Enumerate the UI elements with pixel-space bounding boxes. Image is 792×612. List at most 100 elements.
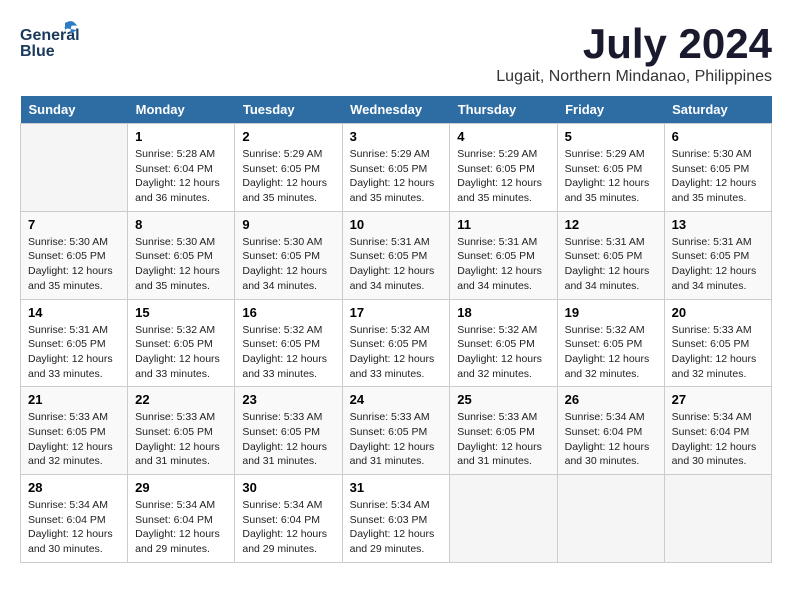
- calendar-cell: 23 Sunrise: 5:33 AM Sunset: 6:05 PM Dayli…: [235, 387, 342, 475]
- month-year-title: July 2024: [496, 20, 772, 68]
- day-number: 24: [350, 392, 443, 407]
- day-number: 20: [672, 305, 764, 320]
- calendar-cell: 15 Sunrise: 5:32 AM Sunset: 6:05 PM Dayli…: [128, 299, 235, 387]
- day-info: Sunrise: 5:29 AM Sunset: 6:05 PM Dayligh…: [242, 147, 334, 206]
- day-info: Sunrise: 5:32 AM Sunset: 6:05 PM Dayligh…: [457, 323, 549, 382]
- calendar-cell: 17 Sunrise: 5:32 AM Sunset: 6:05 PM Dayli…: [342, 299, 450, 387]
- week-row-1: 1 Sunrise: 5:28 AM Sunset: 6:04 PM Daylig…: [21, 124, 772, 212]
- day-info: Sunrise: 5:30 AM Sunset: 6:05 PM Dayligh…: [672, 147, 764, 206]
- day-info: Sunrise: 5:31 AM Sunset: 6:05 PM Dayligh…: [28, 323, 120, 382]
- weekday-header-tuesday: Tuesday: [235, 96, 342, 124]
- day-info: Sunrise: 5:32 AM Sunset: 6:05 PM Dayligh…: [565, 323, 657, 382]
- calendar-cell: 3 Sunrise: 5:29 AM Sunset: 6:05 PM Daylig…: [342, 124, 450, 212]
- svg-text:Blue: Blue: [20, 43, 55, 60]
- day-number: 3: [350, 129, 443, 144]
- calendar-cell: 11 Sunrise: 5:31 AM Sunset: 6:05 PM Dayli…: [450, 211, 557, 299]
- day-info: Sunrise: 5:31 AM Sunset: 6:05 PM Dayligh…: [457, 235, 549, 294]
- day-info: Sunrise: 5:33 AM Sunset: 6:05 PM Dayligh…: [242, 410, 334, 469]
- calendar-cell: 1 Sunrise: 5:28 AM Sunset: 6:04 PM Daylig…: [128, 124, 235, 212]
- calendar-cell: 7Sunrise: 5:30 AM Sunset: 6:05 PM Daylig…: [21, 211, 128, 299]
- calendar-cell: 10Sunrise: 5:31 AM Sunset: 6:05 PM Dayli…: [342, 211, 450, 299]
- day-info: Sunrise: 5:32 AM Sunset: 6:05 PM Dayligh…: [242, 323, 334, 382]
- logo: General Blue: [20, 20, 80, 75]
- calendar-cell: 20 Sunrise: 5:33 AM Sunset: 6:05 PM Dayli…: [664, 299, 771, 387]
- day-info: Sunrise: 5:30 AM Sunset: 6:05 PM Dayligh…: [242, 235, 334, 294]
- day-info: Sunrise: 5:32 AM Sunset: 6:05 PM Dayligh…: [350, 323, 443, 382]
- calendar-cell: [450, 475, 557, 563]
- weekday-header-row: SundayMondayTuesdayWednesdayThursdayFrid…: [21, 96, 772, 124]
- day-info: Sunrise: 5:32 AM Sunset: 6:05 PM Dayligh…: [135, 323, 227, 382]
- day-info: Sunrise: 5:33 AM Sunset: 6:05 PM Dayligh…: [350, 410, 443, 469]
- title-block: July 2024 Lugait, Northern Mindanao, Phi…: [496, 20, 772, 86]
- day-info: Sunrise: 5:33 AM Sunset: 6:05 PM Dayligh…: [28, 410, 120, 469]
- calendar-cell: 13 Sunrise: 5:31 AM Sunset: 6:05 PM Dayli…: [664, 211, 771, 299]
- calendar-cell: 31 Sunrise: 5:34 AM Sunset: 6:03 PM Dayli…: [342, 475, 450, 563]
- day-number: 27: [672, 392, 764, 407]
- day-info: Sunrise: 5:33 AM Sunset: 6:05 PM Dayligh…: [457, 410, 549, 469]
- calendar-cell: 25Sunrise: 5:33 AM Sunset: 6:05 PM Dayli…: [450, 387, 557, 475]
- weekday-header-monday: Monday: [128, 96, 235, 124]
- calendar-cell: 8Sunrise: 5:30 AM Sunset: 6:05 PM Daylig…: [128, 211, 235, 299]
- day-number: 15: [135, 305, 227, 320]
- calendar-cell: 6 Sunrise: 5:30 AM Sunset: 6:05 PM Daylig…: [664, 124, 771, 212]
- day-number: 5: [565, 129, 657, 144]
- calendar-cell: 4Sunrise: 5:29 AM Sunset: 6:05 PM Daylig…: [450, 124, 557, 212]
- calendar-cell: 24 Sunrise: 5:33 AM Sunset: 6:05 PM Dayli…: [342, 387, 450, 475]
- calendar-cell: 21 Sunrise: 5:33 AM Sunset: 6:05 PM Dayli…: [21, 387, 128, 475]
- day-number: 4: [457, 129, 549, 144]
- day-number: 22: [135, 392, 227, 407]
- day-number: 12: [565, 217, 657, 232]
- weekday-header-thursday: Thursday: [450, 96, 557, 124]
- day-info: Sunrise: 5:34 AM Sunset: 6:03 PM Dayligh…: [350, 498, 443, 557]
- calendar-cell: 18 Sunrise: 5:32 AM Sunset: 6:05 PM Dayli…: [450, 299, 557, 387]
- day-number: 8: [135, 217, 227, 232]
- location-subtitle: Lugait, Northern Mindanao, Philippines: [496, 68, 772, 86]
- day-number: 9: [242, 217, 334, 232]
- weekday-header-wednesday: Wednesday: [342, 96, 450, 124]
- day-number: 10: [350, 217, 443, 232]
- calendar-cell: 29Sunrise: 5:34 AM Sunset: 6:04 PM Dayli…: [128, 475, 235, 563]
- day-number: 1: [135, 129, 227, 144]
- calendar-cell: 5Sunrise: 5:29 AM Sunset: 6:05 PM Daylig…: [557, 124, 664, 212]
- day-number: 11: [457, 217, 549, 232]
- calendar-cell: 12 Sunrise: 5:31 AM Sunset: 6:05 PM Dayli…: [557, 211, 664, 299]
- day-info: Sunrise: 5:34 AM Sunset: 6:04 PM Dayligh…: [242, 498, 334, 557]
- week-row-5: 28Sunrise: 5:34 AM Sunset: 6:04 PM Dayli…: [21, 475, 772, 563]
- day-number: 18: [457, 305, 549, 320]
- day-number: 2: [242, 129, 334, 144]
- day-info: Sunrise: 5:31 AM Sunset: 6:05 PM Dayligh…: [565, 235, 657, 294]
- calendar-table: SundayMondayTuesdayWednesdayThursdayFrid…: [20, 96, 772, 563]
- calendar-cell: 19Sunrise: 5:32 AM Sunset: 6:05 PM Dayli…: [557, 299, 664, 387]
- day-number: 13: [672, 217, 764, 232]
- day-info: Sunrise: 5:31 AM Sunset: 6:05 PM Dayligh…: [672, 235, 764, 294]
- day-info: Sunrise: 5:34 AM Sunset: 6:04 PM Dayligh…: [28, 498, 120, 557]
- day-info: Sunrise: 5:28 AM Sunset: 6:04 PM Dayligh…: [135, 147, 227, 206]
- calendar-cell: 14 Sunrise: 5:31 AM Sunset: 6:05 PM Dayli…: [21, 299, 128, 387]
- logo-icon: General Blue: [20, 20, 80, 70]
- weekday-header-saturday: Saturday: [664, 96, 771, 124]
- day-info: Sunrise: 5:33 AM Sunset: 6:05 PM Dayligh…: [672, 323, 764, 382]
- calendar-cell: 27 Sunrise: 5:34 AM Sunset: 6:04 PM Dayli…: [664, 387, 771, 475]
- day-number: 30: [242, 480, 334, 495]
- day-info: Sunrise: 5:30 AM Sunset: 6:05 PM Dayligh…: [28, 235, 120, 294]
- calendar-cell: 2 Sunrise: 5:29 AM Sunset: 6:05 PM Daylig…: [235, 124, 342, 212]
- svg-text:General: General: [20, 27, 80, 44]
- day-number: 16: [242, 305, 334, 320]
- day-number: 23: [242, 392, 334, 407]
- calendar-cell: [664, 475, 771, 563]
- day-info: Sunrise: 5:29 AM Sunset: 6:05 PM Dayligh…: [350, 147, 443, 206]
- calendar-cell: [21, 124, 128, 212]
- day-number: 17: [350, 305, 443, 320]
- day-info: Sunrise: 5:34 AM Sunset: 6:04 PM Dayligh…: [672, 410, 764, 469]
- day-number: 29: [135, 480, 227, 495]
- day-number: 31: [350, 480, 443, 495]
- day-number: 14: [28, 305, 120, 320]
- calendar-cell: 28Sunrise: 5:34 AM Sunset: 6:04 PM Dayli…: [21, 475, 128, 563]
- day-number: 6: [672, 129, 764, 144]
- week-row-4: 21 Sunrise: 5:33 AM Sunset: 6:05 PM Dayli…: [21, 387, 772, 475]
- calendar-cell: 22Sunrise: 5:33 AM Sunset: 6:05 PM Dayli…: [128, 387, 235, 475]
- day-number: 21: [28, 392, 120, 407]
- week-row-3: 14 Sunrise: 5:31 AM Sunset: 6:05 PM Dayli…: [21, 299, 772, 387]
- calendar-cell: 16 Sunrise: 5:32 AM Sunset: 6:05 PM Dayli…: [235, 299, 342, 387]
- calendar-cell: 26Sunrise: 5:34 AM Sunset: 6:04 PM Dayli…: [557, 387, 664, 475]
